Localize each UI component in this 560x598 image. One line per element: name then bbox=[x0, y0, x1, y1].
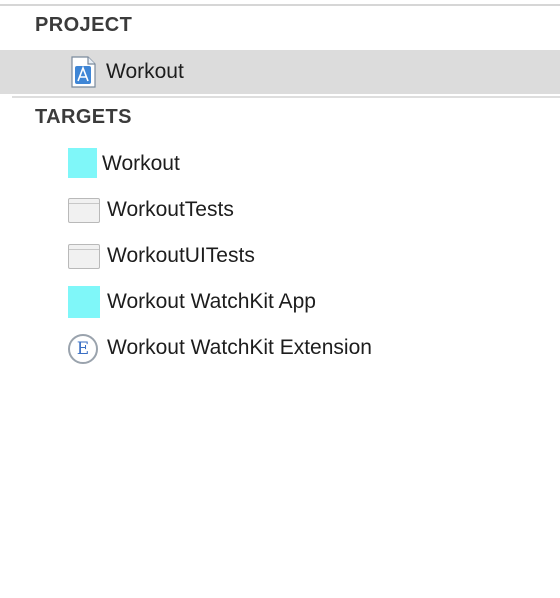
targets-section-header: TARGETS bbox=[35, 106, 132, 128]
target-item-workout[interactable]: Workout bbox=[0, 142, 560, 186]
target-item-label: Workout WatchKit App bbox=[107, 290, 316, 313]
section-divider bbox=[12, 96, 560, 98]
target-item-label: WorkoutUITests bbox=[107, 244, 255, 267]
watch-app-target-icon bbox=[68, 286, 100, 318]
project-item-label: Workout bbox=[106, 60, 184, 83]
target-item-workout-tests[interactable]: WorkoutTests bbox=[0, 188, 560, 232]
extension-icon: E bbox=[68, 334, 98, 364]
target-item-label: Workout WatchKit Extension bbox=[107, 336, 372, 359]
test-bundle-icon bbox=[68, 198, 100, 223]
project-section-header: PROJECT bbox=[35, 14, 133, 36]
project-navigator-pane: PROJECT Workout TARGETS Workout WorkoutT… bbox=[0, 0, 560, 598]
app-target-icon bbox=[68, 148, 97, 178]
top-separator bbox=[0, 4, 560, 6]
xcodeproj-file-icon bbox=[71, 56, 96, 88]
target-item-label: Workout bbox=[102, 152, 180, 175]
target-item-workout-ui-tests[interactable]: WorkoutUITests bbox=[0, 234, 560, 278]
target-item-label: WorkoutTests bbox=[107, 198, 234, 221]
test-bundle-icon bbox=[68, 244, 100, 269]
target-item-watchkit-app[interactable]: Workout WatchKit App bbox=[0, 280, 560, 324]
target-item-watchkit-extension[interactable]: E Workout WatchKit Extension bbox=[0, 326, 560, 370]
project-item-workout[interactable]: Workout bbox=[0, 50, 560, 94]
